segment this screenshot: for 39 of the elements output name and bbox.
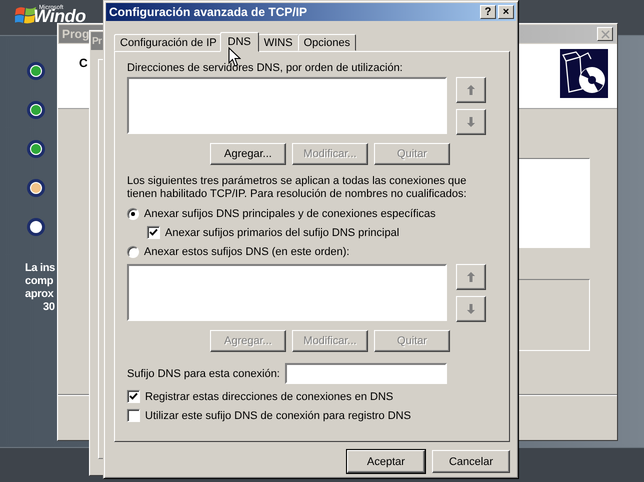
options-description: Los siguientes tres parámetros se aplican a todas las conexiones que tienen habilitado TCP/IP. Para resolución de nombres no cualificados: — [127, 175, 468, 201]
window-title: Pr — [92, 36, 102, 46]
note-text: 30 — [42, 301, 55, 314]
tab[interactable]: Configuración de IP — [114, 34, 223, 51]
note-text: comp — [25, 275, 54, 288]
checkbox[interactable] — [127, 409, 140, 422]
close-button[interactable] — [597, 27, 613, 41]
help-button[interactable]: ? — [480, 5, 496, 19]
header-title: C — [79, 56, 88, 70]
checkbox-label: Utilizar este sufijo DNS de conexión para registro DNS — [145, 410, 411, 422]
down-arrow-icon — [466, 303, 476, 315]
suffix-input-field[interactable] — [284, 363, 447, 384]
up-arrow-icon — [466, 271, 476, 283]
note-text: La ins — [25, 262, 55, 275]
dns-suffix-list[interactable] — [127, 264, 447, 321]
option-label: Anexar sufijos primarios del sufijo DNS principal — [165, 226, 400, 238]
dns-server-list[interactable] — [127, 77, 447, 134]
up-arrow-icon — [466, 84, 476, 96]
note-text: aprox — [25, 288, 54, 301]
installer-icon — [560, 49, 608, 98]
ok-button[interactable]: Aceptar — [347, 450, 425, 473]
checkbox[interactable] — [127, 390, 140, 403]
cancel-button[interactable]: Cancelar — [432, 450, 510, 473]
radio-button[interactable] — [127, 208, 139, 220]
dialog-title: Configuración avanzada de TCP/IP — [109, 5, 308, 19]
tab[interactable]: Opciones — [298, 34, 356, 51]
suffix-label: Sufijo DNS para esta conexión: — [127, 368, 280, 380]
checkbox-label: Registrar estas direcciones de conexiones en DNS — [145, 390, 394, 402]
option-label: Anexar sufijos DNS principales y de conexiones específicas — [144, 208, 436, 220]
checkbox[interactable] — [147, 226, 160, 239]
window-title: Prog — [62, 27, 90, 41]
servers-label: Direcciones de servidores DNS, por orden de utilización: — [127, 62, 404, 75]
radio-button[interactable] — [127, 246, 139, 258]
close-button[interactable]: × — [498, 5, 514, 19]
option-label: Anexar estos sufijos DNS (en este orden): — [144, 246, 350, 258]
down-arrow-icon — [466, 116, 476, 128]
add-button[interactable]: Agregar... — [210, 143, 286, 165]
tab[interactable]: DNS — [220, 32, 259, 52]
close-icon — [600, 30, 610, 38]
